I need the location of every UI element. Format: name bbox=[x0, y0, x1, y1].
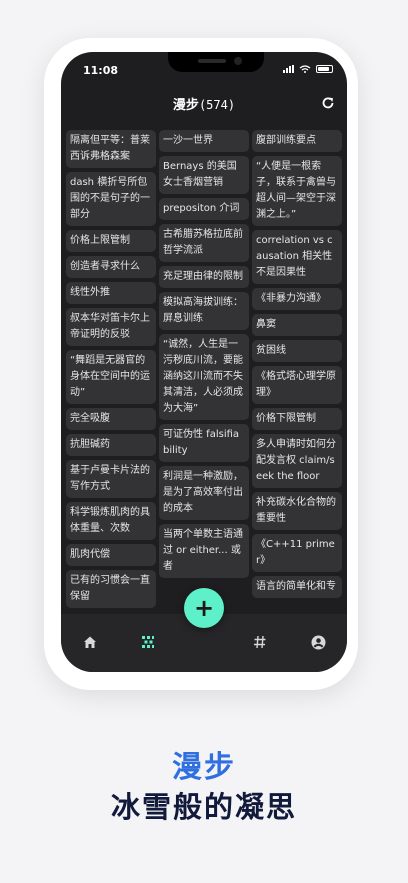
caption-title: 漫步 bbox=[172, 750, 236, 785]
note-card[interactable]: 当两个单数主语通过 or either... 或者 bbox=[159, 524, 249, 578]
note-card[interactable]: Bernays 的美国女士香烟营销 bbox=[159, 156, 249, 194]
note-card[interactable]: correlation vs causation 相关性不是因果性 bbox=[252, 230, 342, 284]
status-time: 11:08 bbox=[83, 64, 119, 77]
home-icon bbox=[84, 636, 96, 648]
note-card[interactable]: 古希腊苏格拉底前哲学流派 bbox=[159, 224, 249, 262]
note-card[interactable]: 《C++11 primer》 bbox=[252, 534, 342, 572]
note-card[interactable]: 价格下限管制 bbox=[252, 408, 342, 430]
wifi-icon bbox=[299, 65, 311, 73]
profile-icon bbox=[311, 635, 325, 649]
note-card[interactable]: 一沙一世界 bbox=[159, 130, 249, 152]
page-header: 漫步(574) bbox=[61, 94, 347, 116]
add-card-button[interactable]: + bbox=[184, 588, 224, 628]
hash-icon bbox=[254, 635, 266, 649]
note-card[interactable]: 鼻窦 bbox=[252, 314, 342, 336]
card-column: 隔离但平等：普莱西诉弗格森案 dash 横折号所包围的不是句子的一部分价格上限管制… bbox=[66, 130, 156, 670]
tab-profile[interactable] bbox=[308, 632, 328, 652]
refresh-icon[interactable] bbox=[321, 96, 335, 110]
note-card[interactable]: 肌肉代偿 bbox=[66, 544, 156, 566]
note-card[interactable]: 可证伪性 falsifiability bbox=[159, 424, 249, 462]
battery-icon bbox=[316, 65, 333, 73]
note-card[interactable]: 线性外推 bbox=[66, 282, 156, 304]
note-card[interactable]: 语言的简单化和专 bbox=[252, 576, 342, 598]
note-card[interactable]: 腹部训练要点 bbox=[252, 130, 342, 152]
notch bbox=[168, 52, 264, 72]
note-card[interactable]: 叔本华对笛卡尔上帝证明的反驳 bbox=[66, 308, 156, 346]
note-card[interactable]: 基于卢曼卡片法的写作方式 bbox=[66, 460, 156, 498]
note-card[interactable]: 充足理由律的限制 bbox=[159, 266, 249, 288]
note-card[interactable]: 完全吸腹 bbox=[66, 408, 156, 430]
note-card[interactable]: 价格上限管制 bbox=[66, 230, 156, 252]
page-title: 漫步 bbox=[172, 98, 199, 113]
note-card[interactable]: 创造者寻求什么 bbox=[66, 256, 156, 278]
note-card[interactable]: 科学锻炼肌肉的具体重量、次数 bbox=[66, 502, 156, 540]
app-screen: 11:08 漫步(574) 隔离但平等：普莱西诉弗格森案 dash 横折号所包围的… bbox=[61, 52, 347, 672]
note-card[interactable]: 隔离但平等：普莱西诉弗格森案 bbox=[66, 130, 156, 168]
note-card[interactable]: 补充碳水化合物的重要性 bbox=[252, 492, 342, 530]
caption-subtitle: 冰雪般的凝思 bbox=[110, 790, 297, 824]
note-card[interactable]: 抗胆碱药 bbox=[66, 434, 156, 456]
random-icon bbox=[142, 636, 154, 648]
note-card[interactable]: 《格式塔心理学原理》 bbox=[252, 366, 342, 404]
signal-icon bbox=[283, 65, 294, 73]
card-column: 腹部训练要点 “人便是一根索子，联系于禽兽与超人间—架空于深渊之上。” correl… bbox=[252, 130, 342, 670]
note-card[interactable]: “舞蹈是无器官的身体在空间中的运动” bbox=[66, 350, 156, 404]
note-card[interactable]: 贫困线 bbox=[252, 340, 342, 362]
note-card[interactable]: 已有的习惯会一直保留 bbox=[66, 570, 156, 608]
status-icons bbox=[283, 65, 333, 73]
note-card[interactable]: dash 横折号所包围的不是句子的一部分 bbox=[66, 172, 156, 226]
note-card[interactable]: 利润是一种激励，是为了高效率付出的成本 bbox=[159, 466, 249, 520]
note-card[interactable]: 多人申请时如何分配发言权 claim/seek the floor bbox=[252, 434, 342, 488]
tab-home[interactable] bbox=[80, 632, 100, 652]
tab-random[interactable] bbox=[138, 632, 158, 652]
note-card[interactable]: prepositon 介词 bbox=[159, 198, 249, 220]
card-count: (574) bbox=[198, 98, 236, 112]
tab-tags[interactable] bbox=[250, 632, 270, 652]
note-card[interactable]: 《非暴力沟通》 bbox=[252, 288, 342, 310]
note-card[interactable]: “诚然，人生是一污秽底川流，要能涵纳这川流而不失其清洁，人必须成为大海” bbox=[159, 334, 249, 420]
note-card[interactable]: 模拟高海拔训练：屏息训练 bbox=[159, 292, 249, 330]
note-card[interactable]: “人便是一根索子，联系于禽兽与超人间—架空于深渊之上。” bbox=[252, 156, 342, 226]
